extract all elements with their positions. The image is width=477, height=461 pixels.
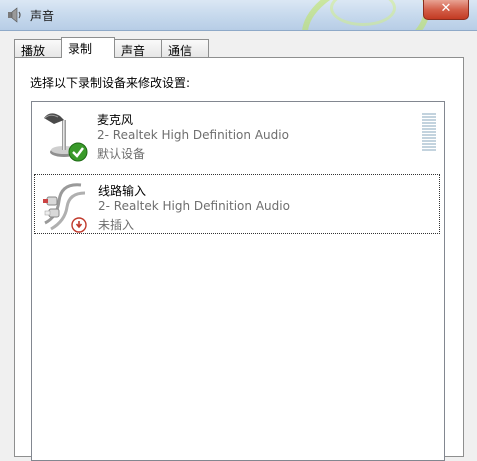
device-status: 默认设备	[97, 147, 146, 161]
tab-communications[interactable]: 通信	[161, 39, 209, 58]
device-name: 麦克风	[97, 113, 134, 127]
close-icon: ✕	[440, 1, 452, 16]
speaker-icon	[8, 7, 21, 23]
device-item-microphone[interactable]: 麦克风 2- Realtek High Definition Audio 默认设…	[34, 104, 440, 164]
default-check-icon	[68, 142, 88, 162]
device-description: 2- Realtek High Definition Audio	[97, 128, 289, 142]
title-bar: 声音 ✕	[0, 0, 477, 31]
window-title: 声音	[30, 9, 55, 23]
device-item-line-in[interactable]: 线路输入 2- Realtek High Definition Audio 未插…	[34, 174, 440, 234]
close-button[interactable]: ✕	[423, 0, 469, 20]
unplugged-icon	[71, 217, 87, 233]
device-status: 未插入	[98, 218, 135, 232]
recording-panel: 选择以下录制设备来修改设置: 麦克风 2- Realtek High Defin…	[14, 57, 464, 461]
device-name: 线路输入	[98, 184, 147, 198]
device-description: 2- Realtek High Definition Audio	[98, 199, 290, 213]
level-meter	[422, 113, 436, 153]
tab-playback[interactable]: 播放	[14, 39, 62, 58]
tab-sounds[interactable]: 声音	[114, 39, 162, 58]
instruction-label: 选择以下录制设备来修改设置:	[30, 76, 191, 90]
device-list[interactable]: 麦克风 2- Realtek High Definition Audio 默认设…	[31, 101, 445, 461]
tab-recording[interactable]: 录制	[61, 37, 115, 58]
